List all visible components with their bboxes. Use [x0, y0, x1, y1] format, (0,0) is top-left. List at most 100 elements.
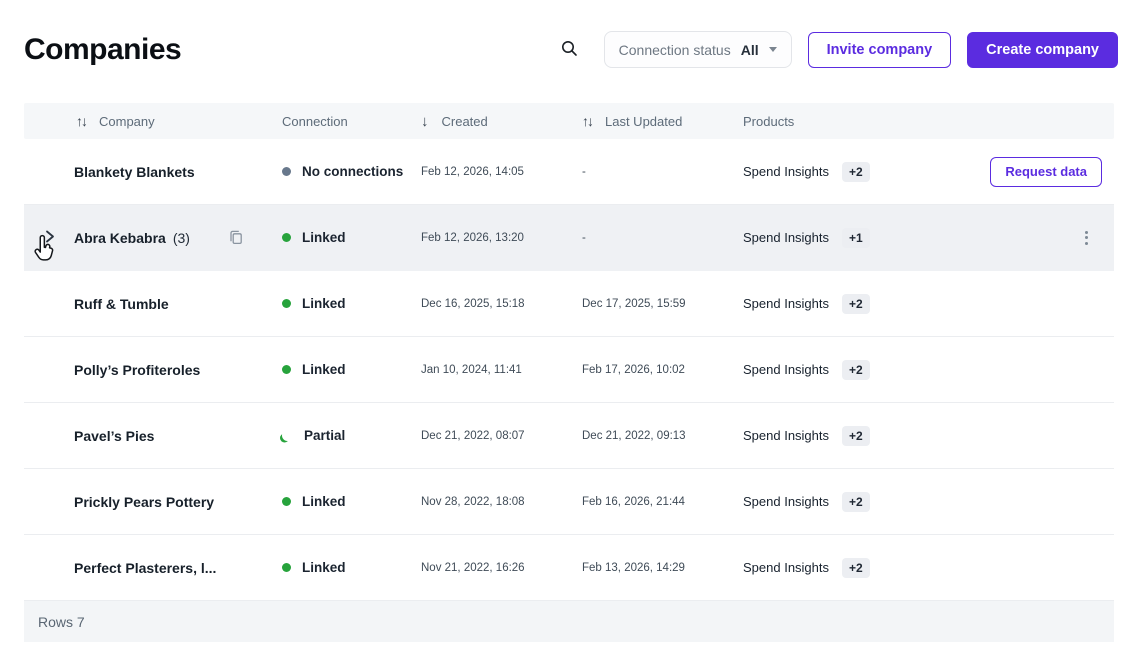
expand-cell: [24, 139, 74, 204]
page-header: Companies Connection status All Invite c…: [0, 0, 1138, 103]
company-name: Prickly Pears Pottery: [74, 494, 214, 510]
table-row[interactable]: Perfect Plasterers, l... Linked Nov 21, …: [24, 535, 1114, 601]
status-label: Linked: [302, 230, 346, 245]
updated-cell: Feb 13, 2026, 14:29: [582, 562, 743, 574]
expand-cell: [24, 403, 74, 468]
filter-value: All: [741, 42, 759, 58]
expand-cell: [24, 337, 74, 402]
table-row[interactable]: Abra Kebabra (3) Linked Feb 12, 2026, 13…: [24, 205, 1114, 271]
product-badge[interactable]: +2: [842, 360, 870, 380]
product-label: Spend Insights: [743, 494, 829, 509]
company-cell: Prickly Pears Pottery: [74, 494, 282, 510]
column-label: Created: [442, 114, 488, 129]
column-header-products[interactable]: Products: [743, 114, 923, 129]
company-cell: Polly’s Profiteroles: [74, 362, 282, 378]
created-cell: Nov 28, 2022, 18:08: [421, 496, 582, 508]
connection-status-icon: [282, 299, 291, 308]
expand-chevron[interactable]: [39, 225, 60, 251]
product-label: Spend Insights: [743, 164, 829, 179]
product-badge[interactable]: +2: [842, 162, 870, 182]
table-row[interactable]: Pavel’s Pies Partial Dec 21, 2022, 08:07…: [24, 403, 1114, 469]
page-title: Companies: [24, 33, 181, 67]
company-cell: Ruff & Tumble: [74, 296, 282, 312]
connection-cell: Linked: [282, 362, 421, 377]
products-cell: Spend Insights +2: [743, 294, 923, 314]
company-name: Blankety Blankets: [74, 164, 195, 180]
connection-status-icon: [282, 233, 291, 242]
status-label: Linked: [302, 494, 346, 509]
created-cell: Dec 21, 2022, 08:07: [421, 430, 582, 442]
column-header-connection[interactable]: Connection: [282, 114, 421, 129]
chevron-down-icon: [769, 47, 777, 52]
connection-cell: Linked: [282, 560, 421, 575]
connection-cell: Linked: [282, 296, 421, 311]
product-label: Spend Insights: [743, 362, 829, 377]
search-icon: [561, 40, 578, 60]
table-row[interactable]: Prickly Pears Pottery Linked Nov 28, 202…: [24, 469, 1114, 535]
column-header-created[interactable]: ↓ Created: [421, 114, 582, 129]
create-company-button[interactable]: Create company: [967, 32, 1118, 68]
connection-status-icon: [282, 430, 293, 441]
companies-page: Companies Connection status All Invite c…: [0, 0, 1138, 670]
row-menu-button[interactable]: [1081, 227, 1092, 249]
actions-cell: Request data: [923, 139, 1114, 204]
products-cell: Spend Insights +2: [743, 492, 923, 512]
product-label: Spend Insights: [743, 230, 829, 245]
sort-desc-icon[interactable]: ↓: [421, 114, 429, 129]
table-row[interactable]: Polly’s Profiteroles Linked Jan 10, 2024…: [24, 337, 1114, 403]
company-name: Polly’s Profiteroles: [74, 362, 200, 378]
updated-cell: Dec 21, 2022, 09:13: [582, 430, 743, 442]
actions-cell: [923, 337, 1114, 402]
column-label: Products: [743, 114, 794, 129]
products-cell: Spend Insights +2: [743, 426, 923, 446]
created-cell: Nov 21, 2022, 16:26: [421, 562, 582, 574]
invite-company-button[interactable]: Invite company: [808, 32, 952, 68]
product-badge[interactable]: +2: [842, 294, 870, 314]
sort-both-icon[interactable]: ↑↓: [582, 114, 592, 128]
company-name: Ruff & Tumble: [74, 296, 169, 312]
actions-cell: [923, 271, 1114, 336]
company-cell: Blankety Blankets: [74, 164, 282, 180]
filter-label: Connection status: [619, 42, 731, 58]
connection-status-filter[interactable]: Connection status All: [604, 31, 792, 68]
column-label: Company: [99, 114, 155, 129]
request-data-button[interactable]: Request data: [990, 157, 1102, 187]
company-count: (3): [173, 230, 190, 246]
actions-cell: [923, 403, 1114, 468]
updated-cell: Dec 17, 2025, 15:59: [582, 298, 743, 310]
actions-cell: [923, 469, 1114, 534]
connection-cell: Partial: [282, 428, 421, 443]
created-cell: Dec 16, 2025, 15:18: [421, 298, 582, 310]
status-label: Linked: [302, 296, 346, 311]
status-label: Linked: [302, 560, 346, 575]
column-header-last-updated[interactable]: ↑↓ Last Updated: [582, 114, 743, 129]
company-name: Perfect Plasterers, l...: [74, 560, 216, 576]
table-row[interactable]: Blankety Blankets No connections Feb 12,…: [24, 139, 1114, 205]
product-badge[interactable]: +2: [842, 558, 870, 578]
products-cell: Spend Insights +2: [743, 360, 923, 380]
connection-status-icon: [282, 497, 291, 506]
created-cell: Feb 12, 2026, 13:20: [421, 232, 582, 244]
copy-icon[interactable]: [226, 227, 246, 248]
search-button[interactable]: [556, 36, 584, 64]
product-label: Spend Insights: [743, 560, 829, 575]
table-row[interactable]: Ruff & Tumble Linked Dec 16, 2025, 15:18…: [24, 271, 1114, 337]
expand-cell: [24, 535, 74, 600]
company-cell: Pavel’s Pies: [74, 428, 282, 444]
column-header-company[interactable]: ↑↓ Company: [24, 114, 282, 129]
company-cell: Abra Kebabra (3): [74, 227, 282, 248]
status-label: Linked: [302, 362, 346, 377]
table-body: Blankety Blankets No connections Feb 12,…: [24, 139, 1114, 601]
sort-both-icon[interactable]: ↑↓: [76, 114, 86, 128]
product-badge[interactable]: +2: [842, 426, 870, 446]
updated-cell: Feb 17, 2026, 10:02: [582, 364, 743, 376]
product-badge[interactable]: +1: [842, 228, 870, 248]
updated-cell: Feb 16, 2026, 21:44: [582, 496, 743, 508]
column-label: Connection: [282, 114, 348, 129]
updated-cell: -: [582, 232, 743, 244]
product-badge[interactable]: +2: [842, 492, 870, 512]
connection-status-icon: [282, 365, 291, 374]
connection-status-icon: [282, 167, 291, 176]
table-footer: Rows 7: [24, 601, 1114, 642]
created-cell: Feb 12, 2026, 14:05: [421, 166, 582, 178]
